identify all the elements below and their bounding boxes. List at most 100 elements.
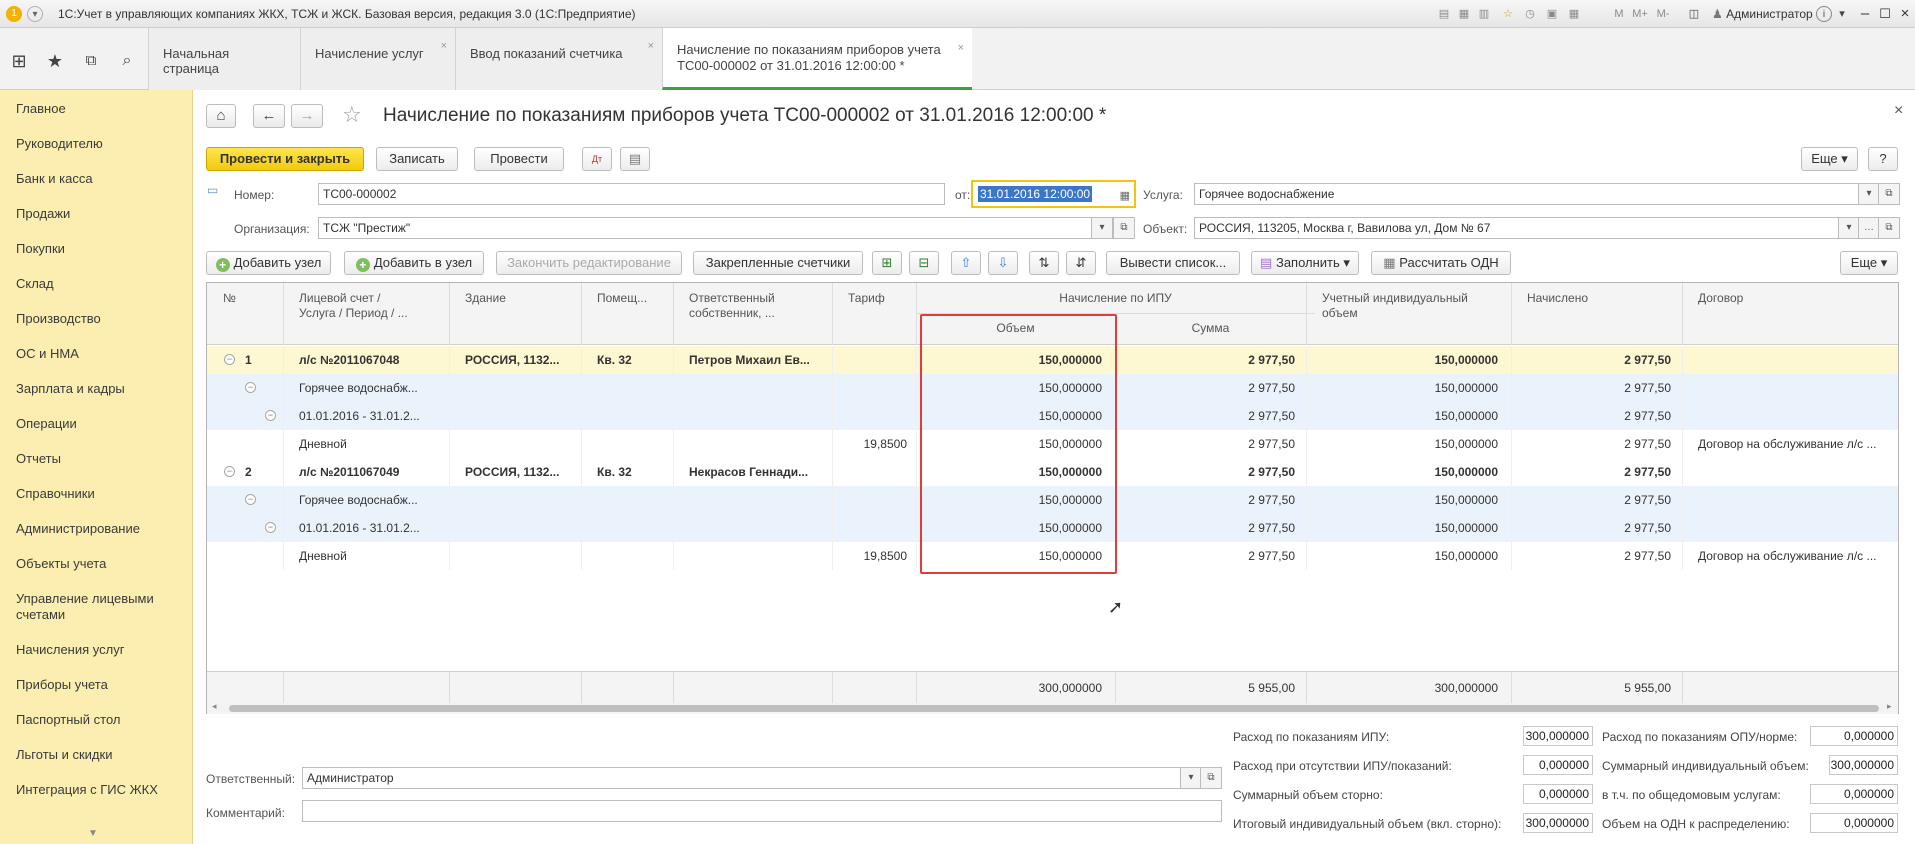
- post-button[interactable]: Провести: [474, 147, 564, 171]
- star-icon[interactable]: ★: [44, 50, 66, 72]
- common-services-value[interactable]: 0,000000: [1810, 784, 1898, 804]
- move-up-icon[interactable]: ⇧: [951, 251, 981, 275]
- back-button[interactable]: ←: [253, 104, 285, 128]
- close-icon[interactable]: ×: [441, 40, 447, 52]
- open-icon[interactable]: ⧉: [1878, 217, 1900, 239]
- header-charged[interactable]: Начислено: [1527, 291, 1588, 306]
- sort-descending-icon[interactable]: ⇵: [1066, 251, 1096, 275]
- service-field[interactable]: Горячее водоснабжение: [1194, 183, 1860, 205]
- scroll-left-icon[interactable]: ◂: [212, 701, 217, 712]
- header-ind-volume-line2[interactable]: объем: [1322, 306, 1358, 321]
- sort-ascending-icon[interactable]: ⇅: [1029, 251, 1059, 275]
- chevron-down-icon[interactable]: ▾: [1180, 767, 1202, 789]
- number-field[interactable]: ТС00-000002: [318, 183, 945, 205]
- object-field[interactable]: РОССИЯ, 113205, Москва г, Вавилова ул, Д…: [1194, 217, 1840, 239]
- header-sum[interactable]: Сумма: [1115, 321, 1306, 336]
- memory-plus-button[interactable]: M+: [1630, 6, 1650, 22]
- doc-icon[interactable]: ▤: [1436, 6, 1452, 22]
- add-to-node-button[interactable]: + Добавить в узел: [344, 251, 484, 275]
- horizontal-scrollbar[interactable]: ◂ ▸: [207, 701, 1898, 714]
- apps-grid-icon[interactable]: ⊞: [8, 50, 30, 72]
- collapse-node-icon[interactable]: −: [245, 382, 256, 393]
- collapse-icon[interactable]: ⊟: [909, 251, 939, 275]
- sidebar-item-bank[interactable]: Банк и касса: [16, 171, 186, 187]
- collapse-node-icon[interactable]: −: [224, 466, 235, 477]
- memory-minus-button[interactable]: M-: [1654, 6, 1672, 22]
- close-window-button[interactable]: ×: [1894, 4, 1915, 24]
- sidebar-item-meters[interactable]: Приборы учета: [16, 677, 186, 693]
- sidebar-item-operations[interactable]: Операции: [16, 416, 186, 432]
- current-user[interactable]: ♟ Администратор: [1712, 7, 1813, 21]
- minimize-button[interactable]: –: [1854, 4, 1876, 24]
- ipu-consumption-value[interactable]: 300,000000: [1523, 726, 1593, 746]
- panels-icon[interactable]: ◫: [1686, 6, 1702, 22]
- calendar-icon[interactable]: ▦: [1120, 186, 1130, 206]
- close-icon[interactable]: ×: [1894, 102, 1903, 120]
- post-and-close-button[interactable]: Провести и закрыть: [206, 147, 364, 171]
- collapse-node-icon[interactable]: −: [265, 522, 276, 533]
- calendar-icon[interactable]: ▦: [1566, 6, 1582, 22]
- header-account-line2[interactable]: Услуга / Период / ...: [299, 306, 408, 321]
- sidebar-item-accounting-objects[interactable]: Объекты учета: [16, 556, 186, 572]
- collapse-node-icon[interactable]: −: [245, 494, 256, 505]
- total-ind-volume-value[interactable]: 300,000000: [1523, 813, 1593, 833]
- no-ipu-consumption-value[interactable]: 0,000000: [1523, 755, 1593, 775]
- open-icon[interactable]: ⧉: [1113, 217, 1135, 239]
- sidebar-item-benefits[interactable]: Льготы и скидки: [16, 747, 186, 763]
- ellipsis-icon[interactable]: …: [1858, 217, 1880, 239]
- sidebar-item-passport-desk[interactable]: Паспортный стол: [16, 712, 186, 728]
- header-num[interactable]: №: [223, 291, 236, 306]
- header-ind-volume-line1[interactable]: Учетный индивидуальный: [1322, 291, 1468, 306]
- sidebar-item-fixed-assets[interactable]: ОС и НМА: [16, 346, 186, 362]
- pinned-counters-button[interactable]: Закрепленные счетчики: [693, 251, 863, 275]
- sidebar-item-sales[interactable]: Продажи: [16, 206, 186, 222]
- tab-metering-charge-doc[interactable]: Начисление по показаниям приборов учета …: [662, 28, 972, 90]
- opu-consumption-value[interactable]: 0,000000: [1810, 726, 1898, 746]
- maximize-button[interactable]: ☐: [1874, 4, 1896, 24]
- sidebar-item-warehouse[interactable]: Склад: [16, 276, 186, 292]
- header-contract[interactable]: Договор: [1698, 291, 1743, 306]
- tab-service-charges[interactable]: Начисление услуг ×: [300, 28, 455, 90]
- doc-info-icon[interactable]: ▭: [207, 183, 218, 197]
- header-building[interactable]: Здание: [465, 291, 506, 306]
- save-icon[interactable]: ▥: [1476, 6, 1492, 22]
- show-list-button[interactable]: Вывести список...: [1106, 251, 1240, 275]
- tab-home[interactable]: Начальная страница: [148, 28, 300, 90]
- responsible-field[interactable]: Администратор: [302, 767, 1182, 789]
- favorite-star-icon[interactable]: ☆: [342, 102, 362, 128]
- organization-field[interactable]: ТСЖ "Престиж": [318, 217, 1093, 239]
- fill-button[interactable]: ▤ Заполнить ▾: [1251, 251, 1359, 275]
- calc-odn-button[interactable]: ▦ Рассчитать ОДН: [1371, 251, 1511, 275]
- header-tariff[interactable]: Тариф: [848, 291, 885, 306]
- more-button[interactable]: Еще ▾: [1801, 147, 1858, 171]
- scroll-down-icon[interactable]: ▼: [88, 828, 98, 839]
- header-owner-line2[interactable]: собственник, ...: [689, 306, 775, 321]
- sidebar-item-catalogs[interactable]: Справочники: [16, 486, 186, 502]
- collapse-node-icon[interactable]: −: [265, 410, 276, 421]
- collapse-node-icon[interactable]: −: [224, 354, 235, 365]
- date-field-wrap[interactable]: 31.01.2016 12:00:00 ▦: [971, 180, 1136, 208]
- sidebar-item-administration[interactable]: Администрирование: [16, 521, 186, 537]
- scroll-right-icon[interactable]: ▸: [1887, 701, 1892, 712]
- storno-volume-value[interactable]: 0,000000: [1523, 784, 1593, 804]
- move-down-icon[interactable]: ⇩: [988, 251, 1018, 275]
- sidebar-item-reports[interactable]: Отчеты: [16, 451, 186, 467]
- comment-field[interactable]: [302, 800, 1222, 822]
- scrollbar-thumb[interactable]: [229, 705, 1879, 712]
- table-more-button[interactable]: Еще ▾: [1840, 251, 1898, 275]
- sidebar-item-purchases[interactable]: Покупки: [16, 241, 186, 257]
- header-account-line1[interactable]: Лицевой счет /: [299, 291, 381, 306]
- add-node-button[interactable]: + Добавить узел: [206, 251, 331, 275]
- search-icon[interactable]: ⌕: [116, 50, 138, 72]
- expand-icon[interactable]: ⊞: [872, 251, 902, 275]
- sidebar-item-personal-accounts[interactable]: Управление лицевыми счетами: [16, 591, 186, 623]
- app-menu-icon[interactable]: ▾: [27, 6, 43, 22]
- home-button[interactable]: ⌂: [206, 104, 236, 128]
- close-icon[interactable]: ×: [648, 40, 654, 52]
- finish-edit-button[interactable]: Закончить редактирование: [496, 251, 682, 275]
- chevron-down-icon[interactable]: ▾: [1858, 183, 1880, 205]
- chevron-down-icon[interactable]: ▾: [1838, 217, 1860, 239]
- sidebar-item-service-charges[interactable]: Начисления услуг: [16, 642, 186, 658]
- calculator-icon[interactable]: ▣: [1544, 6, 1560, 22]
- memory-m-button[interactable]: M: [1612, 6, 1626, 22]
